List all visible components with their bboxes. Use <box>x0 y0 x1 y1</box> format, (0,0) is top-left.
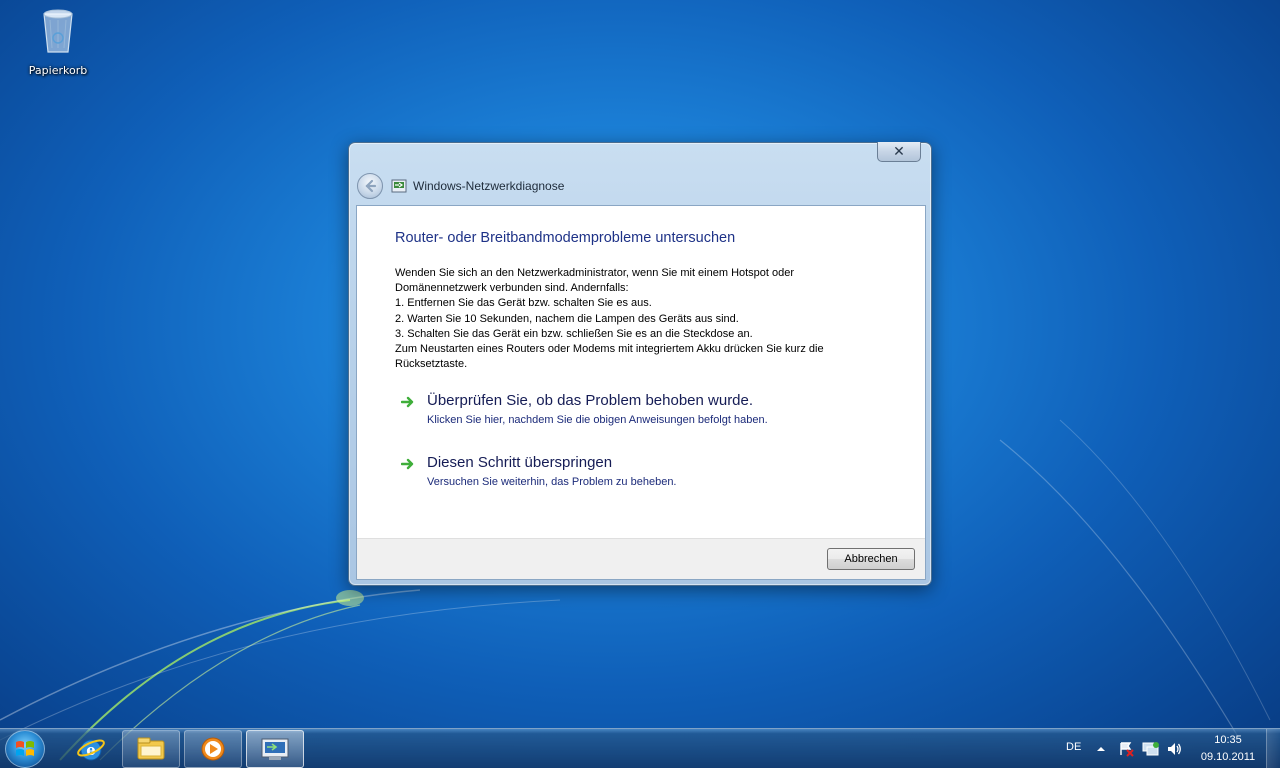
check-problem-fixed-link[interactable]: Überprüfen Sie, ob das Problem behoben w… <box>401 392 821 432</box>
recycle-bin-icon <box>43 9 73 53</box>
instruction-line: Domänennetzwerk verbunden sind. Andernfa… <box>395 282 629 295</box>
taskbar-windows-explorer[interactable] <box>122 730 180 768</box>
instruction-line: 2. Warten Sie 10 Sekunden, nachem die La… <box>395 312 739 325</box>
taskbar-media-player[interactable] <box>184 730 242 768</box>
cancel-button[interactable]: Abbrechen <box>827 548 915 570</box>
back-arrow-icon <box>365 179 377 193</box>
windows-explorer-icon <box>137 737 165 760</box>
volume-icon[interactable] <box>1166 741 1182 757</box>
taskbar: e DE 10:35 09.10.2011 <box>0 728 1280 768</box>
instruction-line: 1. Entfernen Sie das Gerät bzw. schalten… <box>395 297 652 310</box>
clock-date[interactable]: 09.10.2011 <box>1198 751 1258 763</box>
back-button[interactable] <box>357 173 383 199</box>
instruction-line: Wenden Sie sich an den Netzwerkadministr… <box>395 267 795 279</box>
clock-time[interactable]: 10:35 <box>1200 734 1256 746</box>
dialog-content: Router- oder Breitbandmodemprobleme unte… <box>356 205 926 580</box>
instructions-text: Wenden Sie sich an den Netzwerkadministr… <box>395 266 875 372</box>
taskbar-internet-explorer[interactable]: e <box>62 730 120 768</box>
green-arrow-icon <box>401 396 414 408</box>
show-hidden-icons-icon[interactable] <box>1096 744 1106 754</box>
action-center-icon[interactable] <box>1118 741 1134 757</box>
internet-explorer-icon: e <box>77 739 105 761</box>
skip-step-link[interactable]: Diesen Schritt überspringen Versuchen Si… <box>401 454 821 494</box>
option-title: Diesen Schritt überspringen <box>427 454 613 471</box>
instruction-line: Rücksetztaste. <box>395 358 468 371</box>
start-button[interactable] <box>5 730 45 768</box>
show-desktop-button[interactable] <box>1266 729 1280 768</box>
option-title: Überprüfen Sie, ob das Problem behoben w… <box>427 392 754 409</box>
windows-logo-icon <box>16 741 34 756</box>
desktop-icon-label: Papierkorb <box>28 64 88 77</box>
instruction-line: 3. Schalten Sie das Gerät ein bzw. schli… <box>395 327 753 340</box>
desktop-icon-recycle-bin[interactable]: Papierkorb <box>22 6 94 77</box>
taskbar-network-diagnostics[interactable] <box>246 730 304 768</box>
dialog-footer: Abbrechen <box>357 538 925 579</box>
close-button[interactable]: ✕ <box>877 142 921 162</box>
option-subtitle: Versuchen Sie weiterhin, das Problem zu … <box>427 476 677 488</box>
option-subtitle: Klicken Sie hier, nachdem Sie die obigen… <box>427 414 768 426</box>
page-title: Router- oder Breitbandmodemprobleme unte… <box>395 230 736 246</box>
close-icon: ✕ <box>893 143 905 160</box>
window-title: Windows-Netzwerkdiagnose <box>413 179 565 193</box>
green-arrow-icon <box>401 458 414 470</box>
language-indicator[interactable]: DE <box>1066 741 1081 753</box>
instruction-line: Zum Neustarten eines Routers oder Modems… <box>395 343 824 356</box>
network-diagnostics-window: ✕ Windows-Netzwerkdiagnose Router- oder … <box>348 142 932 586</box>
network-diagnostics-icon <box>391 179 407 193</box>
media-player-icon <box>201 737 225 761</box>
network-diagnostics-icon <box>261 738 289 760</box>
network-icon[interactable] <box>1142 741 1160 757</box>
